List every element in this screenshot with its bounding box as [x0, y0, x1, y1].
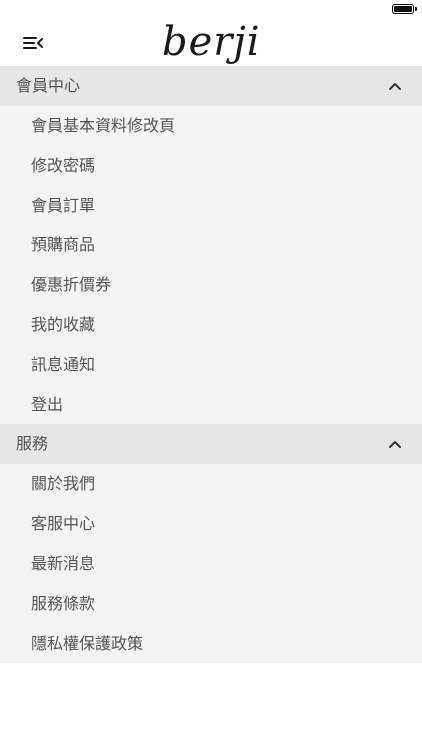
app-screen: berji 會員中心 會員基本資料修改頁 修改密碼 會員訂單 預購商品 優惠折價… [0, 0, 422, 750]
menu-item-label: 最新消息 [31, 553, 96, 573]
menu-item-about-us[interactable]: 關於我們 [0, 464, 422, 505]
menu-item-terms-of-service[interactable]: 服務條款 [0, 583, 422, 624]
menu-collapse-button[interactable] [22, 34, 48, 54]
menu-item-label: 隱私權保護政策 [31, 633, 144, 653]
section-title: 服務 [16, 434, 49, 454]
menu-collapse-icon [23, 37, 43, 49]
section-title: 會員中心 [16, 76, 81, 95]
menu-item-label: 關於我們 [31, 474, 96, 494]
menu-item-favorites[interactable]: 我的收藏 [0, 304, 422, 345]
menu-item-edit-profile[interactable]: 會員基本資料修改頁 [0, 106, 422, 146]
menu-item-privacy-policy[interactable]: 隱私權保護政策 [0, 623, 422, 664]
chevron-up-icon [389, 441, 401, 449]
menu-item-label: 修改密碼 [31, 155, 96, 175]
menu-item-latest-news[interactable]: 最新消息 [0, 543, 422, 584]
menu-item-label: 會員訂單 [31, 195, 96, 215]
section-header-services[interactable]: 服務 [0, 424, 422, 465]
menu-item-label: 優惠折價券 [31, 275, 112, 295]
header: berji [0, 20, 422, 66]
menu-item-preorder-products[interactable]: 預購商品 [0, 225, 422, 266]
chevron-up-icon [389, 83, 401, 90]
brand-logo[interactable]: berji [162, 20, 262, 66]
menu-item-change-password[interactable]: 修改密碼 [0, 145, 422, 186]
menu-item-label: 我的收藏 [31, 314, 96, 334]
menu-item-label: 登出 [31, 394, 64, 414]
menu-item-logout[interactable]: 登出 [0, 384, 422, 425]
menu-item-customer-service[interactable]: 客服中心 [0, 504, 422, 544]
menu-item-label: 客服中心 [31, 514, 96, 534]
side-menu: 會員中心 會員基本資料修改頁 修改密碼 會員訂單 預購商品 優惠折價券 我的收藏… [0, 66, 422, 664]
menu-item-label: 預購商品 [31, 235, 96, 255]
menu-item-member-orders[interactable]: 會員訂單 [0, 185, 422, 226]
battery-icon [392, 4, 417, 14]
menu-item-coupons[interactable]: 優惠折價券 [0, 265, 422, 305]
menu-item-label: 服務條款 [31, 593, 96, 613]
menu-item-notifications[interactable]: 訊息通知 [0, 344, 422, 385]
menu-item-label: 會員基本資料修改頁 [31, 116, 176, 135]
section-header-member-center[interactable]: 會員中心 [0, 66, 422, 106]
menu-item-label: 訊息通知 [31, 354, 96, 374]
